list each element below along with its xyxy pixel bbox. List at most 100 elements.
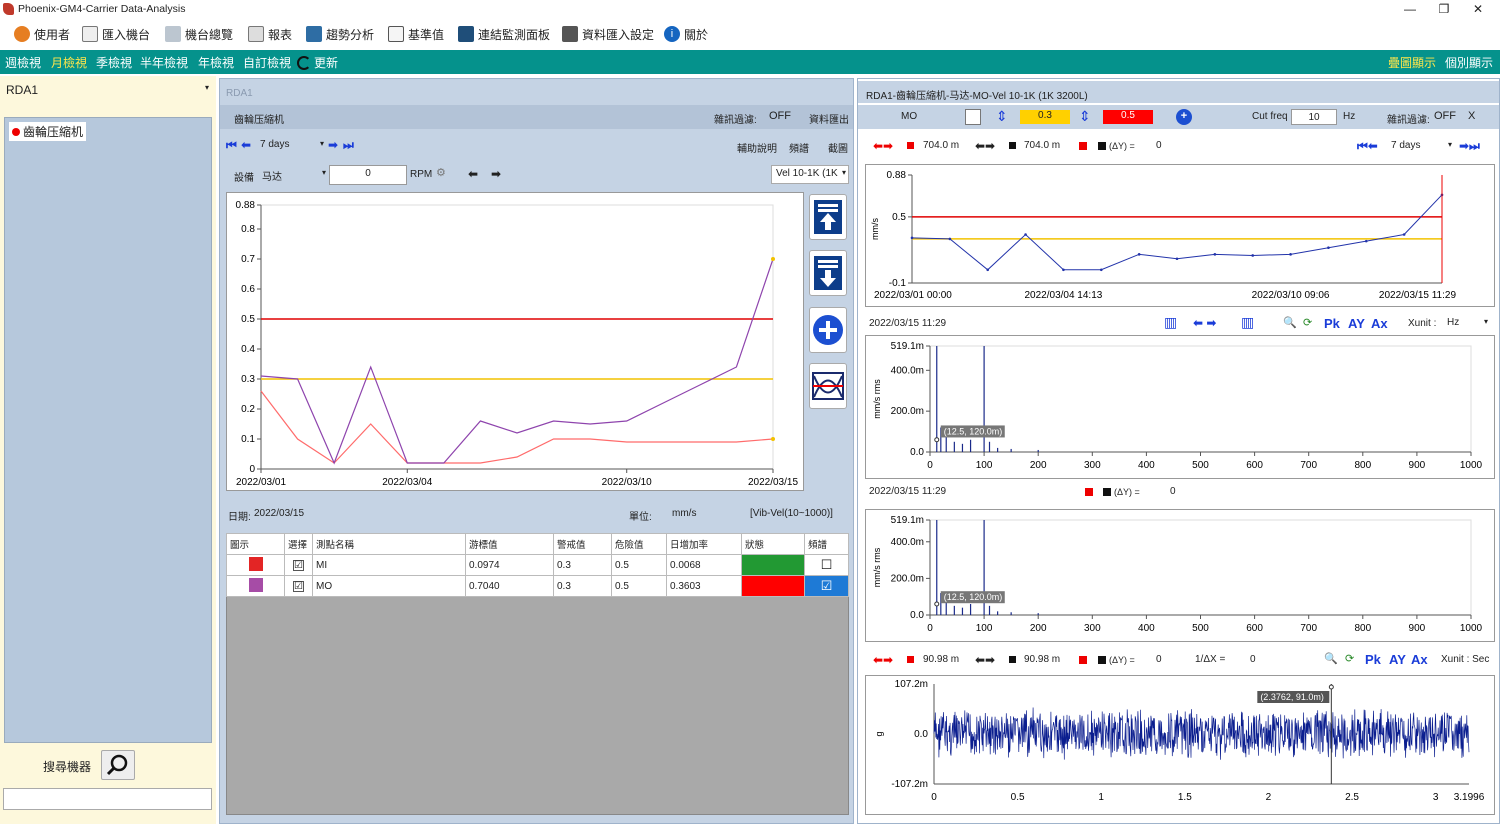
close-panel-button[interactable]: X xyxy=(1468,110,1475,122)
search-machine-label: 搜尋機器 xyxy=(43,760,92,774)
last-page-icon[interactable]: ➡⏭ xyxy=(1459,139,1480,154)
tab-half-year[interactable]: 半年檢視 xyxy=(140,54,188,71)
row-checkbox[interactable]: ☑ xyxy=(284,575,313,597)
add-circle-icon[interactable]: + xyxy=(1176,109,1192,125)
y-tick-label: 200.0m xyxy=(891,573,924,584)
menu-monitor-panel[interactable]: 連結監測面板 xyxy=(458,25,550,43)
site-select[interactable]: RDA1 ▾ xyxy=(3,79,213,101)
minimize-button[interactable]: — xyxy=(1392,0,1428,19)
move-up-button[interactable] xyxy=(809,194,847,240)
add-button[interactable] xyxy=(809,307,847,353)
table-row[interactable]: ☑ MO 0.7040 0.3 0.5 0.3603 ☑ xyxy=(226,575,849,597)
cursor-right-icon[interactable]: ➡ xyxy=(491,167,501,181)
header-point-name: 測點名稱 xyxy=(312,533,466,555)
individual-view-button[interactable]: 個別顯示 xyxy=(1445,54,1493,71)
spectrum-icon[interactable]: ▥ xyxy=(1164,314,1177,331)
menu-report[interactable]: 報表 xyxy=(248,25,292,43)
header-cursor: 游標值 xyxy=(465,533,554,555)
cursor-left-icon[interactable]: ⬅ xyxy=(468,167,478,181)
overlay-view-button[interactable]: 疊圖顯示 xyxy=(1388,54,1436,71)
zoom-icon[interactable]: 🔍 xyxy=(1324,652,1338,665)
table-row[interactable]: ☑ MI 0.0974 0.3 0.5 0.0068 ☐ xyxy=(226,554,849,576)
peak-tool-button[interactable]: Pk xyxy=(1324,316,1340,331)
warn-value[interactable]: 0.3 xyxy=(1020,110,1070,124)
x-tick-label: 2022/03/01 xyxy=(236,477,286,488)
help-button[interactable]: 輔助說明 xyxy=(737,140,777,155)
detail-title: RDA1-齒輪压縮机-马达-MO-Vel 10-1K (1K 3200L) xyxy=(866,91,1088,102)
reset-icon[interactable]: ⟳ xyxy=(1303,316,1312,329)
red-left-arrow-icon[interactable]: ⬅➡ xyxy=(873,139,893,153)
red-arrows-icon[interactable]: ⬅➡ xyxy=(873,653,893,667)
danger-stepper-icon[interactable]: ⇕ xyxy=(1079,108,1091,125)
wave-overlay-icon xyxy=(812,372,844,400)
waveform-chart[interactable]: 107.2m 0.0 -107.2m g 0 0.5 1 1.5 2 2.5 3 3.1996 (2.3… xyxy=(865,675,1495,815)
ax-tool-button[interactable]: Ax xyxy=(1411,652,1428,667)
rpm-input[interactable]: 0 xyxy=(329,165,407,185)
chart-type-icon[interactable] xyxy=(965,109,981,125)
restore-button[interactable]: ❐ xyxy=(1426,0,1462,19)
spectrum-checkbox[interactable]: ☐ xyxy=(804,554,849,576)
black-marker-icon xyxy=(1009,656,1016,663)
first-page-icon[interactable]: ⏮ xyxy=(226,138,237,153)
x-tick-label: 400 xyxy=(1138,460,1155,471)
measure-select[interactable]: Vel 10-1K (1K xyxy=(771,165,849,184)
black-arrows-icon[interactable]: ⬅➡ xyxy=(975,139,995,153)
zoom-icon[interactable]: 🔍 xyxy=(1283,316,1297,329)
x-tick-label: 2022/03/15 11:29 xyxy=(1379,290,1457,301)
device-select[interactable]: 马达 xyxy=(258,166,328,184)
detail-trend-chart[interactable]: 0.88 0.5 -0.1 mm/s 2022/03/01 00:00 2022/03/0… xyxy=(865,164,1495,307)
reset-icon[interactable]: ⟳ xyxy=(1345,652,1354,665)
tab-month[interactable]: 月檢視 xyxy=(51,54,87,71)
trend-chart[interactable]: 0.88 0.8 0.7 0.6 0.5 0.4 0.3 0.2 0.1 0 2022/03/01 2… xyxy=(226,192,804,491)
cutfreq-input[interactable]: 10 xyxy=(1291,109,1337,125)
danger-value[interactable]: 0.5 xyxy=(1103,110,1153,124)
menu-baseline[interactable]: 基準值 xyxy=(388,25,444,43)
close-window-button[interactable]: ✕ xyxy=(1460,0,1496,19)
menu-import-settings[interactable]: 資料匯入設定 xyxy=(562,25,654,43)
spectrum-list-icon[interactable]: ▥ xyxy=(1241,314,1254,331)
gear-icon[interactable]: ⚙ xyxy=(436,166,446,179)
menu-user[interactable]: 使用者 xyxy=(14,25,70,43)
export-button[interactable]: 資料匯出 xyxy=(809,111,849,126)
refresh-button[interactable]: 更新 xyxy=(297,54,338,71)
overlay-chart-button[interactable] xyxy=(809,363,847,409)
first-page-icon[interactable]: ⏮⬅ xyxy=(1357,139,1378,154)
next-arrow-icon[interactable]: ➡ xyxy=(328,138,338,152)
black-arrows-icon[interactable]: ⬅➡ xyxy=(975,653,995,667)
tab-custom[interactable]: 自訂檢視 xyxy=(243,54,291,71)
noise-filter-toggle[interactable]: OFF xyxy=(769,110,791,122)
tree-item-machine[interactable]: 齒輪压縮机 xyxy=(9,122,87,141)
search-button[interactable] xyxy=(101,750,135,780)
prev-spectrum-icon[interactable]: ⬅ ➡ xyxy=(1193,316,1216,330)
menu-machine-overview[interactable]: 機台總覽 xyxy=(165,25,233,43)
period-select[interactable]: 7 days xyxy=(1387,138,1454,155)
screenshot-button[interactable]: 截圖 xyxy=(828,140,848,155)
x-tick-label: 800 xyxy=(1354,623,1371,634)
ay-tool-button[interactable]: AY xyxy=(1348,316,1365,331)
peak-tool-button[interactable]: Pk xyxy=(1365,652,1381,667)
spectrum-chart-1[interactable]: 519.1m 400.0m 200.0m 0.0 mm/s rms 0 100 200 300 4… xyxy=(865,335,1495,479)
move-down-button[interactable] xyxy=(809,250,847,296)
xunit-select[interactable]: Hz xyxy=(1443,315,1490,332)
spectrum-checkbox[interactable]: ☑ xyxy=(804,575,849,597)
warn-stepper-icon[interactable]: ⇕ xyxy=(996,108,1008,125)
menu-trend-analysis[interactable]: 趨勢分析 xyxy=(306,25,374,43)
ay-tool-button[interactable]: AY xyxy=(1389,652,1406,667)
tab-year[interactable]: 年檢視 xyxy=(198,54,234,71)
prev-arrow-icon[interactable]: ⬅ xyxy=(241,138,251,152)
tab-week[interactable]: 週檢視 xyxy=(5,54,41,71)
menu-import-machine[interactable]: 匯入機台 xyxy=(82,25,150,43)
search-input[interactable] xyxy=(3,788,212,810)
ax-tool-button[interactable]: Ax xyxy=(1371,316,1388,331)
spectrum-chart-2[interactable]: 519.1m 400.0m 200.0m 0.0 mm/s rms 0 100 200 300 4… xyxy=(865,509,1495,642)
tab-quarter[interactable]: 季檢視 xyxy=(96,54,132,71)
noise-filter-label: 雜訊過濾: xyxy=(1387,115,1430,126)
last-page-icon[interactable]: ⏭ xyxy=(343,138,354,153)
menu-about[interactable]: i 關於 xyxy=(664,25,708,43)
y-tick-label: 200.0m xyxy=(891,406,924,417)
spectrum-button[interactable]: 頻譜 xyxy=(789,140,809,155)
row-checkbox[interactable]: ☑ xyxy=(284,554,313,576)
period-select[interactable]: 7 days xyxy=(256,137,326,155)
noise-filter-toggle[interactable]: OFF xyxy=(1434,110,1456,122)
date-label: 日期: xyxy=(228,512,251,523)
